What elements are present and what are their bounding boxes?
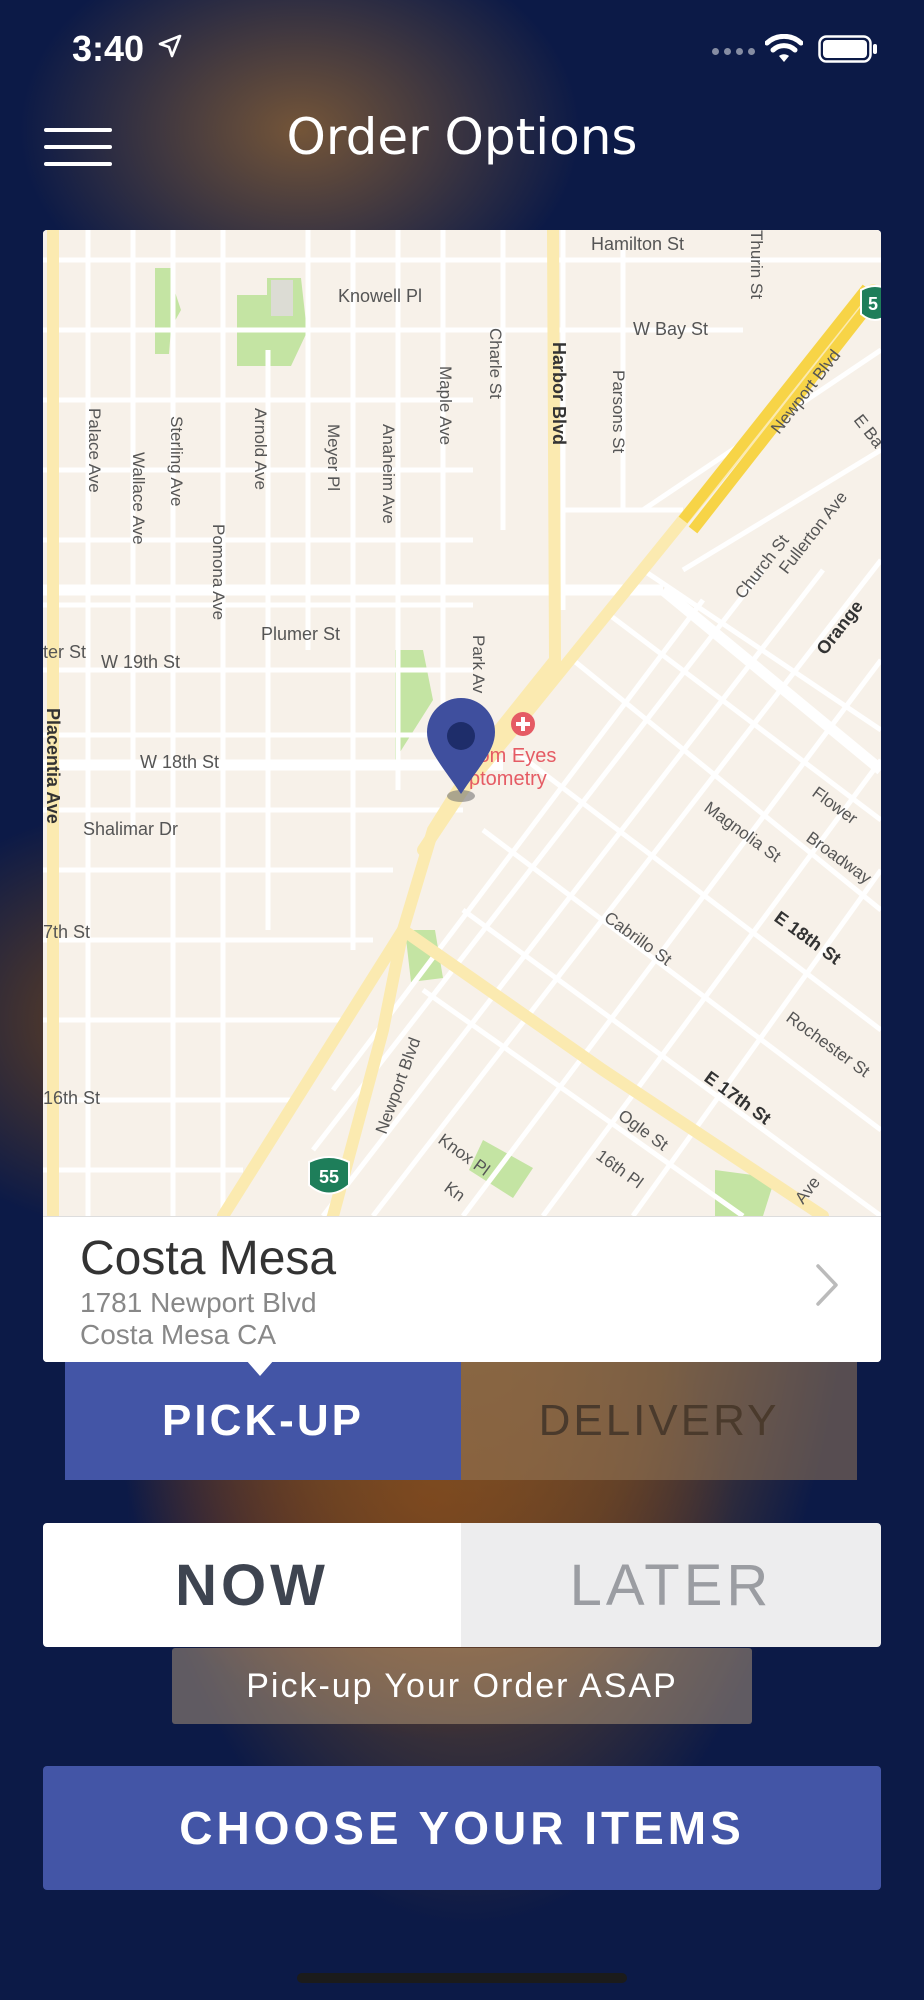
- street-label: Shalimar Dr: [83, 819, 178, 839]
- street-label: Park Av: [469, 635, 488, 694]
- street-label: Thurin St: [747, 230, 766, 299]
- status-time: 3:40: [72, 28, 145, 69]
- street-label: Meyer Pl: [324, 424, 343, 491]
- street-label: Wallace Ave: [129, 452, 148, 545]
- store-info-row[interactable]: Costa Mesa 1781 Newport Blvd Costa Mesa …: [43, 1216, 881, 1362]
- street-label: Harbor Blvd: [549, 342, 569, 445]
- now-tab[interactable]: NOW: [43, 1523, 461, 1647]
- street-label: Parsons St: [609, 370, 628, 453]
- street-label: Plumer St: [261, 624, 340, 644]
- timing-note: Pick-up Your Order ASAP: [172, 1648, 752, 1724]
- street-label: 16th St: [43, 1088, 100, 1108]
- street-label: 5: [868, 294, 878, 314]
- map-canvas: Hamilton St Knowell Pl W Bay St W 19th S…: [43, 230, 881, 1222]
- street-label: Charle St: [486, 328, 505, 399]
- choose-items-button[interactable]: CHOOSE YOUR ITEMS: [43, 1766, 881, 1890]
- street-label: Sterling Ave: [167, 416, 186, 506]
- pickup-tab[interactable]: PICK-UP: [65, 1362, 461, 1480]
- later-tab[interactable]: LATER: [461, 1523, 881, 1647]
- store-address-line2: Costa Mesa CA: [80, 1319, 277, 1350]
- delivery-tab[interactable]: DELIVERY: [461, 1362, 857, 1480]
- street-label: W 18th St: [140, 752, 219, 772]
- street-label: 55: [319, 1167, 339, 1187]
- street-label: Hamilton St: [591, 234, 684, 254]
- wifi-icon: [765, 34, 803, 62]
- route-shield-icon: 55: [308, 1156, 350, 1195]
- street-label: Knowell Pl: [338, 286, 422, 306]
- street-label: W 19th St: [101, 652, 180, 672]
- street-label: Arnold Ave: [251, 408, 270, 490]
- map[interactable]: Hamilton St Knowell Pl W Bay St W 19th S…: [43, 230, 881, 1222]
- street-label: W Bay St: [633, 319, 708, 339]
- route-shield-icon: 5: [860, 285, 881, 321]
- timing-segment: NOW LATER: [43, 1523, 881, 1647]
- location-arrow-icon: [158, 34, 182, 58]
- store-card: Hamilton St Knowell Pl W Bay St W 19th S…: [43, 230, 881, 1362]
- cellular-signal-icon: [712, 48, 755, 55]
- chevron-right-icon: [816, 1264, 838, 1306]
- building-area: [271, 280, 293, 316]
- home-indicator[interactable]: [297, 1973, 627, 1983]
- page-title: Order Options: [286, 108, 638, 166]
- selection-pointer: [246, 1360, 274, 1376]
- street-label: Maple Ave: [436, 366, 455, 445]
- order-type-segment: PICK-UP DELIVERY: [65, 1362, 857, 1480]
- street-label: 7th St: [43, 922, 90, 942]
- street-label: Pomona Ave: [209, 524, 228, 620]
- street-label: ter St: [43, 642, 86, 662]
- header: Order Options: [0, 100, 924, 180]
- street-label: Anaheim Ave: [379, 424, 398, 524]
- poi-label: ptometry: [469, 768, 547, 790]
- battery-icon: [818, 35, 877, 63]
- status-bar: 3:40: [0, 0, 924, 100]
- street-label: Placentia Ave: [43, 708, 63, 824]
- street-label: Palace Ave: [85, 408, 104, 493]
- store-address-line1: 1781 Newport Blvd: [80, 1287, 317, 1318]
- store-name: Costa Mesa: [80, 1232, 337, 1285]
